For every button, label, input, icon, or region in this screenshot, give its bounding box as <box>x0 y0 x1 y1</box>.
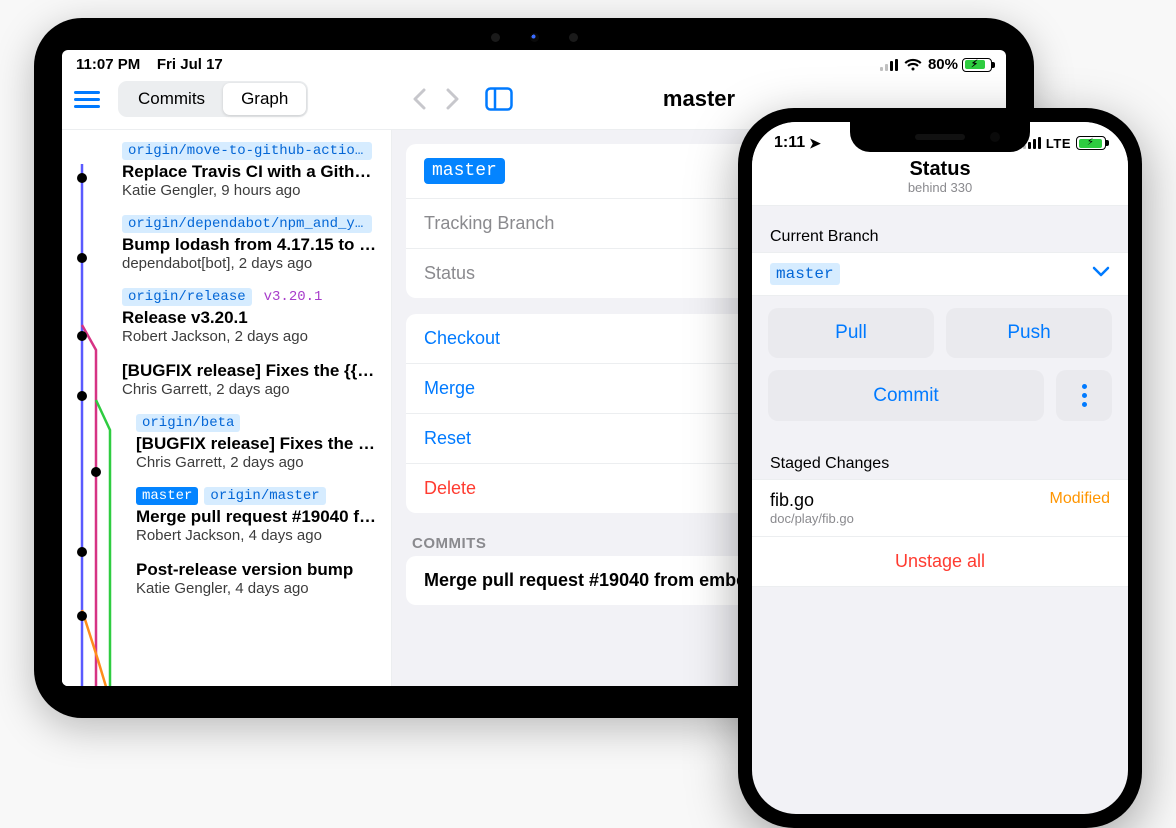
commit-item[interactable]: master origin/master Merge pull request … <box>108 483 391 556</box>
branch-ref: origin/master <box>204 487 325 505</box>
chevron-down-icon <box>1092 265 1110 283</box>
iphone-device-frame: 1:11 ➤ LTE ⚡︎ Status behind 330 Current … <box>738 108 1142 828</box>
commit-meta: Katie Gengler, 9 hours ago <box>122 182 381 199</box>
commit-button[interactable]: Commit <box>768 370 1044 421</box>
tab-commits[interactable]: Commits <box>120 83 223 115</box>
branch-ref: origin/dependabot/npm_and_yarn… <box>122 215 372 233</box>
file-name: fib.go <box>770 490 854 511</box>
push-button[interactable]: Push <box>946 308 1112 358</box>
status-left: 11:07 PM Fri Jul 17 <box>76 56 223 73</box>
iphone-screen: 1:11 ➤ LTE ⚡︎ Status behind 330 Current … <box>752 122 1128 814</box>
commit-subject: [BUGFIX release] Fixes the {{eac… <box>122 361 381 381</box>
commit-graph-sidebar[interactable]: origin/move-to-github-actions Replace Tr… <box>62 130 392 686</box>
back-button[interactable] <box>404 84 434 114</box>
location-icon: ➤ <box>809 135 821 152</box>
commit-subject: Replace Travis CI with a Github Act… <box>122 162 381 182</box>
battery-icon: ⚡︎ <box>1076 136 1106 150</box>
commit-meta: Chris Garrett, 2 days ago <box>122 381 381 398</box>
nav-subtitle: behind 330 <box>752 180 1128 195</box>
commit-subject: Release v3.20.1 <box>122 308 381 328</box>
commit-subject: Bump lodash from 4.17.15 to 4.17.19 <box>122 235 381 255</box>
branch-pill: master <box>770 263 840 285</box>
branch-ref: origin/beta <box>136 414 240 432</box>
commit-item[interactable]: origin/release v3.20.1 Release v3.20.1 R… <box>108 284 391 357</box>
nav-title: Status <box>752 158 1128 181</box>
status-time: 1:11 <box>774 134 805 152</box>
commit-item[interactable]: origin/beta [BUGFIX release] Fixes the {… <box>108 410 391 483</box>
head-ref: master <box>136 487 198 505</box>
ipad-camera-bar <box>439 32 629 42</box>
commit-item[interactable]: origin/dependabot/npm_and_yarn… Bump lod… <box>108 211 391 284</box>
battery-indicator: 80% ⚡︎ <box>928 56 992 73</box>
staged-file-row[interactable]: fib.go doc/play/fib.go Modified <box>752 480 1128 537</box>
cellular-signal-icon <box>880 59 898 71</box>
staged-changes-header: Staged Changes <box>752 439 1128 479</box>
more-actions-button[interactable] <box>1056 370 1112 421</box>
sidebar-toggle-icon[interactable] <box>484 84 514 114</box>
branch-selector[interactable]: master <box>752 252 1128 296</box>
commit-subject: Post-release version bump <box>136 560 381 580</box>
battery-percent: 80% <box>928 56 958 73</box>
network-label: LTE <box>1046 136 1071 151</box>
commit-meta: Robert Jackson, 2 days ago <box>122 328 381 345</box>
unstage-all-button[interactable]: Unstage all <box>752 537 1128 586</box>
commit-meta: dependabot[bot], 2 days ago <box>122 255 381 272</box>
commit-subject: [BUGFIX release] Fixes the {{eac… <box>136 434 381 454</box>
file-status: Modified <box>1050 490 1110 508</box>
branch-chip: master <box>424 158 505 184</box>
commit-item[interactable]: Post-release version bump Katie Gengler,… <box>108 556 391 609</box>
file-path: doc/play/fib.go <box>770 511 854 526</box>
commit-item[interactable]: [BUGFIX release] Fixes the {{eac… Chris … <box>108 357 391 410</box>
commit-meta: Katie Gengler, 4 days ago <box>136 580 381 597</box>
iphone-nav-bar: Status behind 330 <box>752 154 1128 206</box>
tag-ref: v3.20.1 <box>258 288 329 306</box>
tab-graph[interactable]: Graph <box>223 83 306 115</box>
branch-ref: origin/release <box>122 288 252 306</box>
ipad-status-bar: 11:07 PM Fri Jul 17 80% ⚡︎ <box>62 50 1006 77</box>
pull-button[interactable]: Pull <box>768 308 934 358</box>
wifi-icon <box>904 58 922 72</box>
view-segmented-control[interactable]: Commits Graph <box>118 81 308 117</box>
iphone-notch <box>850 122 1030 152</box>
current-branch-label: Current Branch <box>752 212 1128 252</box>
branch-ref: origin/move-to-github-actions <box>122 142 372 160</box>
commit-meta: Robert Jackson, 4 days ago <box>136 527 381 544</box>
commit-subject: Merge pull request #19040 fro… <box>136 507 381 527</box>
menu-icon[interactable] <box>74 87 100 112</box>
commit-item[interactable]: origin/move-to-github-actions Replace Tr… <box>108 138 391 211</box>
status-time: 11:07 PM <box>76 56 140 73</box>
commit-meta: Chris Garrett, 2 days ago <box>136 454 381 471</box>
status-date: Fri Jul 17 <box>157 56 223 73</box>
forward-button[interactable] <box>438 84 468 114</box>
